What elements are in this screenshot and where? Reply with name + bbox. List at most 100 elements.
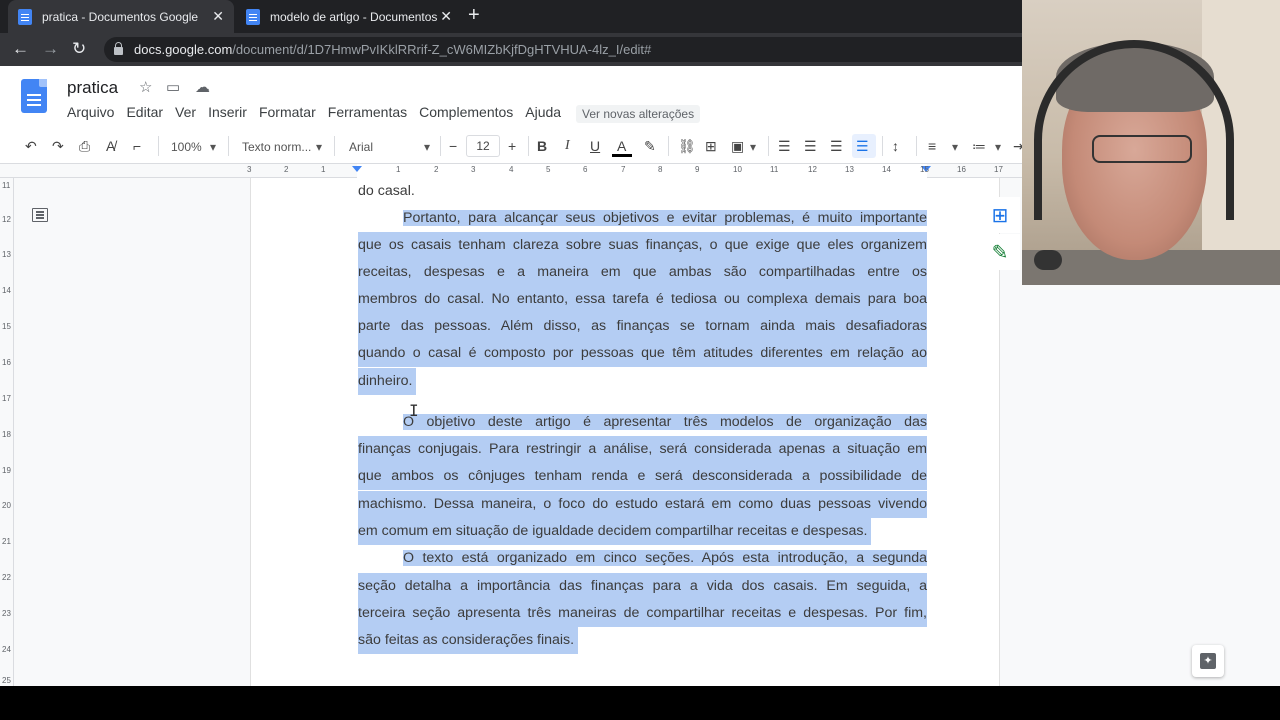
- toolbar-divider: [334, 136, 335, 156]
- ruler-number: 20: [2, 501, 11, 510]
- url-domain: docs.google.com: [134, 42, 233, 57]
- image-icon[interactable]: ▣: [731, 137, 744, 155]
- docs-tab-icon: [18, 8, 32, 25]
- ruler-number: 11: [2, 181, 11, 190]
- ruler-number: 8: [658, 165, 663, 174]
- menu-inserir[interactable]: Inserir: [202, 104, 253, 120]
- align-left-icon[interactable]: ☰: [778, 137, 791, 155]
- menu-ajuda[interactable]: Ajuda: [519, 104, 567, 120]
- ruler-active-area: [357, 164, 927, 178]
- menu-ver[interactable]: Ver: [169, 104, 202, 120]
- font-size-input[interactable]: 12: [466, 135, 500, 157]
- tab-modelo-artigo[interactable]: modelo de artigo - Documentos ✕: [236, 0, 462, 33]
- line-spacing-icon[interactable]: ↕: [892, 137, 899, 155]
- menu-bar: Arquivo Editar Ver Inserir Formatar Ferr…: [61, 104, 567, 120]
- spellcheck-icon[interactable]: A̸: [106, 137, 115, 155]
- text-color-button[interactable]: A: [617, 137, 626, 155]
- star-icon[interactable]: ☆: [139, 78, 152, 96]
- paragraph-3-line: O texto está organizado em cinco seções.…: [358, 545, 927, 572]
- highlight-icon[interactable]: ✎: [644, 137, 656, 155]
- docs-tab-icon: [246, 8, 260, 25]
- text-color-swatch: [612, 154, 632, 157]
- italic-button[interactable]: I: [565, 137, 570, 155]
- new-tab-button[interactable]: +: [468, 4, 480, 27]
- paragraph-2-line: que ambos os cônjuges tenham renda e ser…: [358, 463, 927, 490]
- ruler-number: 2: [434, 165, 439, 174]
- chevron-down-icon[interactable]: ▾: [750, 138, 756, 156]
- ruler-number: 1: [321, 165, 326, 174]
- paragraph-style-select[interactable]: Texto norm...: [242, 138, 311, 156]
- toolbar-divider: [158, 136, 159, 156]
- numbered-list-icon[interactable]: ≡: [928, 137, 936, 155]
- menu-formatar[interactable]: Formatar: [253, 104, 322, 120]
- ruler-number: 19: [2, 466, 11, 475]
- ruler-number: 5: [546, 165, 551, 174]
- decrease-font-size-button[interactable]: −: [449, 137, 457, 155]
- bulleted-list-icon[interactable]: ≔: [972, 137, 986, 155]
- add-comment-icon[interactable]: ⊞: [980, 197, 1020, 233]
- menu-arquivo[interactable]: Arquivo: [61, 104, 120, 120]
- font-select[interactable]: Arial: [349, 138, 373, 156]
- ruler-number: 22: [2, 573, 11, 582]
- print-icon[interactable]: ⎙: [79, 137, 90, 155]
- underline-button[interactable]: U: [590, 137, 600, 155]
- horizontal-ruler[interactable]: 3 2 1 1 2 3 4 5 6 7 8 9 10 11 12 13 14 1…: [0, 164, 1022, 178]
- chevron-down-icon[interactable]: ▾: [995, 138, 1001, 156]
- chevron-down-icon[interactable]: ▾: [316, 138, 322, 156]
- back-icon[interactable]: ←: [12, 39, 29, 59]
- bold-button[interactable]: B: [537, 137, 547, 155]
- suggest-edits-icon[interactable]: ✎: [980, 234, 1020, 270]
- ruler-number: 23: [2, 609, 11, 618]
- cloud-icon[interactable]: ☁: [195, 78, 210, 96]
- paragraph-3-line: seção detalha a importância das finanças…: [358, 573, 927, 600]
- forward-icon[interactable]: →: [42, 39, 59, 59]
- align-center-icon[interactable]: ☰: [804, 137, 817, 155]
- menu-complementos[interactable]: Complementos: [413, 104, 519, 120]
- comment-icon[interactable]: ⊞: [705, 137, 717, 155]
- toolbar-divider: [882, 136, 883, 156]
- menu-editar[interactable]: Editar: [120, 104, 169, 120]
- close-icon[interactable]: ✕: [212, 8, 224, 25]
- ruler-number: 12: [808, 165, 817, 174]
- tab-label: pratica - Documentos Google: [42, 9, 199, 24]
- vertical-ruler[interactable]: 11 12 13 14 15 16 17 18 19 20 21 22 23 2…: [0, 178, 14, 686]
- menu-ferramentas[interactable]: Ferramentas: [322, 104, 413, 120]
- explore-button[interactable]: ✦: [1192, 645, 1224, 677]
- toolbar-divider: [668, 136, 669, 156]
- align-right-icon[interactable]: ☰: [830, 137, 843, 155]
- explore-icon: ✦: [1200, 653, 1216, 669]
- increase-font-size-button[interactable]: +: [508, 137, 516, 155]
- paragraph-1-line: membros do casal. No entanto, essa taref…: [358, 286, 927, 313]
- reload-icon[interactable]: ↻: [72, 39, 86, 59]
- lock-icon: [114, 42, 123, 55]
- tab-pratica[interactable]: pratica - Documentos Google ✕: [8, 0, 234, 33]
- ruler-number: 25: [2, 676, 11, 685]
- chevron-down-icon[interactable]: ▾: [952, 138, 958, 156]
- toolbar-divider: [228, 136, 229, 156]
- link-icon[interactable]: ⛓: [678, 137, 696, 155]
- folder-icon[interactable]: ▭: [166, 78, 180, 96]
- chevron-down-icon[interactable]: ▾: [210, 138, 216, 156]
- paragraph-3-line: terceira seção apresenta três maneiras d…: [358, 600, 927, 627]
- webcam-overlay: [1022, 0, 1280, 285]
- microphone-icon: [1034, 250, 1062, 270]
- align-justify-icon[interactable]: ☰: [856, 137, 869, 155]
- see-new-changes-button[interactable]: Ver novas alterações: [576, 105, 701, 123]
- zoom-select[interactable]: 100%: [171, 138, 202, 156]
- ruler-number: 11: [770, 165, 779, 174]
- ruler-number: 14: [882, 165, 891, 174]
- screen-bottom-bar: [0, 686, 1280, 720]
- paragraph-2-line: O objetivo deste artigo é apresentar trê…: [358, 409, 927, 436]
- redo-icon[interactable]: ↷: [52, 137, 64, 155]
- paint-format-icon[interactable]: ⌐: [133, 137, 141, 155]
- docs-logo-icon[interactable]: [21, 79, 47, 113]
- document-title[interactable]: pratica: [67, 78, 118, 98]
- tab-label: modelo de artigo - Documentos: [270, 9, 438, 24]
- ruler-number: 9: [695, 165, 700, 174]
- paragraph-1-line: Portanto, para alcançar seus objetivos e…: [358, 205, 927, 232]
- close-icon[interactable]: ✕: [440, 8, 452, 25]
- chevron-down-icon[interactable]: ▾: [424, 138, 430, 156]
- document-outline-icon[interactable]: [32, 208, 48, 222]
- undo-icon[interactable]: ↶: [25, 137, 37, 155]
- ruler-number: 16: [2, 358, 11, 367]
